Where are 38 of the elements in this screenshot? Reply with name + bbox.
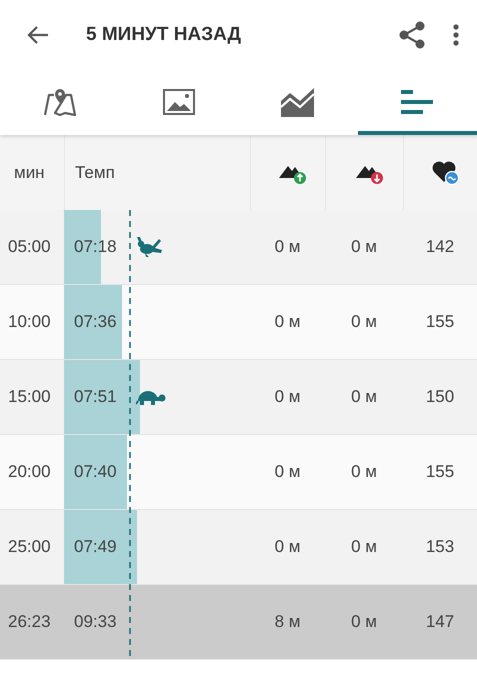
area-chart-icon	[280, 87, 316, 117]
pace-cell: 07:18	[74, 237, 117, 257]
heart-rate-cell: 147	[426, 612, 454, 632]
screen-title: 5 МИНУТ НАЗАД	[86, 24, 242, 46]
descent-cell: 0 м	[351, 237, 377, 257]
time-cell: 05:00	[8, 237, 51, 257]
bar-list-icon	[401, 90, 434, 114]
heart-rate-cell: 155	[426, 312, 454, 332]
ascent-cell: 8 м	[274, 612, 300, 632]
descent-cell: 0 м	[351, 387, 377, 407]
ascent-cell: 0 м	[274, 387, 300, 407]
ascent-cell: 0 м	[274, 537, 300, 557]
heart-rate-cell: 153	[426, 537, 454, 557]
pace-cell: 09:33	[74, 612, 117, 632]
column-header: мин	[14, 162, 45, 182]
heart-rate-cell: 150	[426, 387, 454, 407]
ascent-cell: 0 м	[274, 312, 300, 332]
time-cell: 10:00	[8, 312, 51, 332]
time-cell: 15:00	[8, 387, 51, 407]
descent-cell: 0 м	[351, 462, 377, 482]
descent-cell: 0 м	[351, 537, 377, 557]
time-cell: 26:23	[8, 612, 51, 632]
ascent-cell: 0 м	[274, 462, 300, 482]
column-header: Темп	[75, 162, 115, 182]
descent-cell: 0 м	[351, 312, 377, 332]
more-icon	[453, 24, 459, 46]
pace-cell: 07:49	[74, 537, 117, 557]
time-cell: 25:00	[8, 537, 51, 557]
pace-cell: 07:40	[74, 462, 117, 482]
heart-rate-cell: 142	[426, 237, 454, 257]
pace-cell: 07:36	[74, 312, 117, 332]
pace-cell: 07:51	[74, 387, 117, 407]
heart-rate-cell: 155	[426, 462, 454, 482]
descent-cell: 0 м	[351, 612, 377, 632]
image-icon	[162, 89, 195, 115]
time-cell: 20:00	[8, 462, 51, 482]
heart-rate-icon	[432, 160, 460, 186]
ascent-cell: 0 м	[274, 237, 300, 257]
